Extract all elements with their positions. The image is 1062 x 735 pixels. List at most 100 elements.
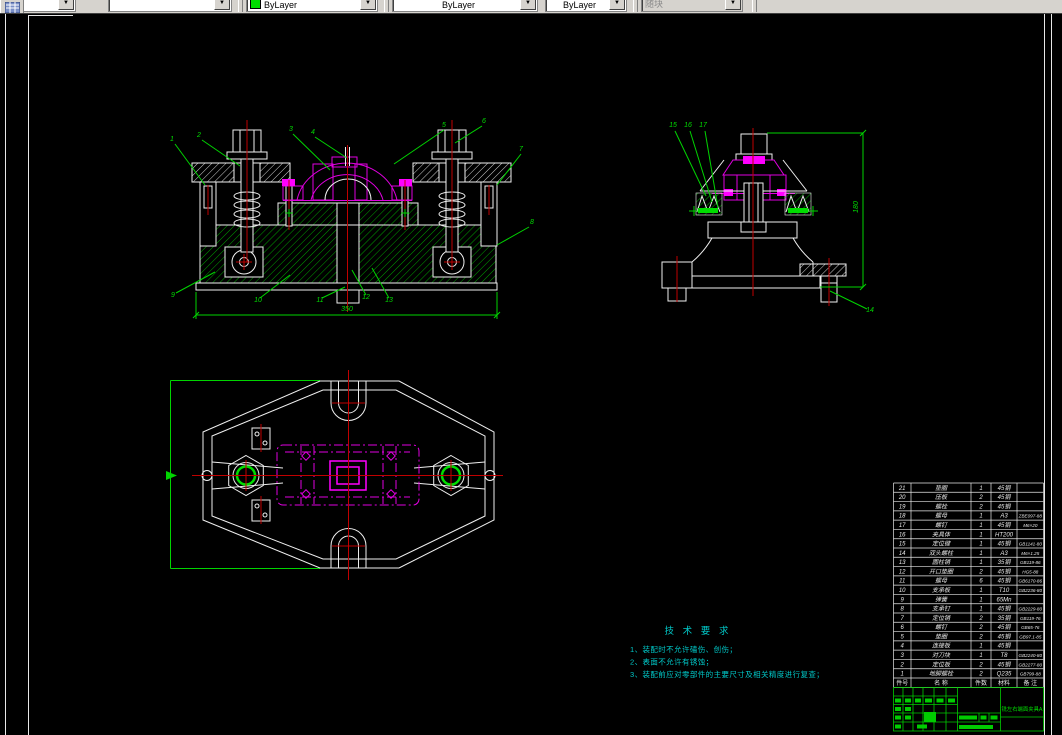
- bom-cell: 12: [899, 569, 906, 575]
- bom-cell: 1: [979, 551, 982, 557]
- bom-cell: 支承板: [932, 586, 951, 594]
- bom-cell: T8: [1000, 653, 1008, 659]
- bom-cell: 19: [899, 504, 906, 510]
- balloon-number: 4: [311, 129, 315, 136]
- bom-cell: 15: [899, 542, 906, 548]
- chevron-down-icon[interactable]: ▼: [360, 0, 376, 10]
- dimension-value: 180: [853, 201, 860, 213]
- bom-cell: 45钢: [998, 493, 1012, 501]
- bom-cell: 45钢: [998, 623, 1012, 631]
- bom-cell: 1: [979, 514, 982, 520]
- toolbar-grip[interactable]: [752, 0, 757, 12]
- bom-cell: A3: [999, 514, 1008, 520]
- bom-cell: 2: [978, 625, 983, 631]
- bom-cell: 1: [979, 532, 982, 538]
- bom-cell: 垫圈: [935, 484, 948, 492]
- chevron-down-icon[interactable]: ▼: [609, 0, 625, 10]
- bom-cell: 45钢: [998, 567, 1012, 575]
- bom-header: 件号: [896, 679, 908, 687]
- balloon-number: 3: [289, 126, 293, 133]
- bom-cell: 45钢: [998, 502, 1012, 510]
- balloon-number: 1: [170, 136, 174, 143]
- bom-cell: 螺栓: [935, 502, 948, 510]
- tech-req-item: 3、装配前应对零部件的主要尺寸及相关精度进行复查；: [630, 669, 824, 679]
- bom-cell: 1: [901, 672, 904, 678]
- balloon-number: 17: [699, 122, 708, 129]
- bom-cell: 连接板: [932, 642, 951, 650]
- bom-cell: GB97.1-85: [1019, 634, 1042, 639]
- bom-cell: 地脚螺栓: [929, 670, 954, 678]
- toolbar-grip[interactable]: [633, 0, 638, 12]
- bom-cell: 2: [978, 569, 983, 575]
- bom-cell: 对刀块: [932, 651, 951, 659]
- linetype-combo[interactable]: ByLayer ▼: [392, 0, 538, 12]
- balloon-number: 10: [254, 297, 262, 304]
- toolbar-grip[interactable]: [384, 0, 389, 12]
- bom-cell: ZBE097-88: [1018, 514, 1043, 519]
- bom-header: 件数: [975, 679, 987, 687]
- balloon-number: 11: [316, 297, 323, 304]
- bom-cell: 20: [898, 495, 906, 501]
- bom-cell: 支承钉: [932, 605, 951, 613]
- bom-cell: 45钢: [998, 577, 1012, 585]
- layer-combo[interactable]: ▼: [108, 0, 232, 12]
- bom-cell: 2: [900, 662, 905, 668]
- bom-cell: 螺母: [935, 512, 948, 520]
- bom-cell: HG5-88: [1022, 569, 1039, 574]
- bom-cell: A3: [999, 551, 1008, 557]
- bom-cell: 定位板: [932, 660, 951, 668]
- lineweight-combo[interactable]: ByLayer ▼: [545, 0, 627, 12]
- bom-cell: GB1141-80: [1019, 542, 1043, 547]
- bom-cell: 1: [979, 597, 982, 603]
- bom-cell: 45钢: [998, 660, 1012, 668]
- bom-cell: GB799-88: [1020, 672, 1041, 677]
- bom-cell: 11: [899, 579, 905, 585]
- bom-cell: 45钢: [998, 605, 1012, 613]
- tech-req-title: 技 术 要 求: [665, 625, 732, 637]
- bom-cell: 1: [979, 486, 982, 492]
- bom-cell: 2: [978, 504, 983, 510]
- bom-header: 名 称: [934, 679, 948, 687]
- bom-cell: 1: [979, 644, 982, 650]
- color-swatch: [250, 0, 261, 9]
- layer-manager-button[interactable]: [0, 0, 24, 14]
- bom-cell: 螺母: [935, 577, 948, 585]
- bom-cell: GB119-76: [1020, 616, 1041, 621]
- bom-cell: 圆柱销: [932, 558, 951, 566]
- bom-cell: 定位键: [932, 540, 951, 548]
- bom-cell: 14: [899, 551, 906, 557]
- drawing-canvas[interactable]: 1234567891011121314151617 350180 技 术 要 求…: [0, 0, 1062, 735]
- balloon-number: 9: [171, 292, 175, 299]
- chevron-down-icon[interactable]: ▼: [214, 0, 230, 10]
- plotstyle-combo[interactable]: 随块 ▼: [641, 0, 743, 12]
- balloon-number: 14: [866, 307, 874, 314]
- bom-cell: 45钢: [998, 521, 1012, 529]
- bom-cell: 2: [978, 634, 983, 640]
- dimension-value: 350: [341, 306, 353, 313]
- bom-cell: 垫圈: [935, 632, 948, 640]
- bom-cell: 夹具体: [932, 530, 951, 538]
- balloon-number: 6: [482, 118, 486, 125]
- bom-cell: GB6170-86: [1019, 579, 1043, 584]
- color-combo[interactable]: ByLayer ▼: [246, 0, 378, 12]
- balloon-number: 5: [442, 122, 446, 129]
- toolbar-grip[interactable]: [238, 0, 243, 12]
- bom-cell: 2: [978, 616, 983, 622]
- chevron-down-icon[interactable]: ▼: [58, 0, 74, 10]
- bom-cell: GB65-76: [1021, 625, 1040, 630]
- bom-cell: M6×20: [1023, 523, 1038, 528]
- bom-cell: 10: [899, 588, 906, 594]
- bom-cell: 13: [899, 560, 906, 566]
- bom-cell: 双头螺柱: [929, 549, 954, 557]
- bom-cell: 16: [899, 532, 906, 538]
- bom-cell: 45钢: [998, 540, 1012, 548]
- tech-req-item: 2、表面不允许有锈蚀；: [630, 657, 714, 667]
- chevron-down-icon[interactable]: ▼: [725, 0, 741, 10]
- lineweight-combo-value: ByLayer: [563, 0, 596, 10]
- balloon-number: 13: [385, 297, 393, 304]
- bom-cell: 弹簧: [935, 595, 948, 603]
- bom-cell: 45钢: [998, 642, 1012, 650]
- bom-cell: 定位销: [932, 614, 951, 622]
- bom-header: 材料: [998, 679, 1010, 687]
- chevron-down-icon[interactable]: ▼: [520, 0, 536, 10]
